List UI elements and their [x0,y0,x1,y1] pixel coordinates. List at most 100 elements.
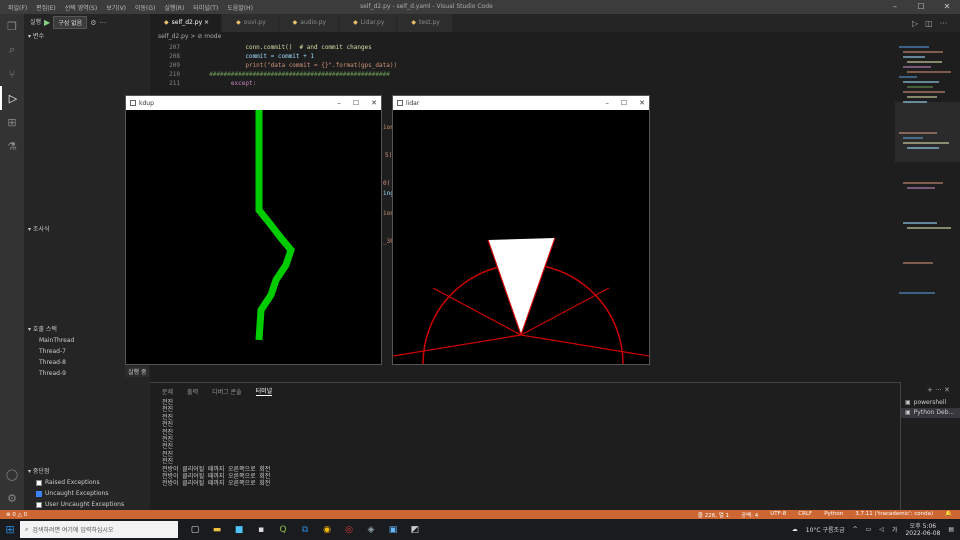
run-config-row: 실행 ▶ 구성 없음 ⚙ ··· [24,14,150,31]
menu-selection[interactable]: 선택 영역(S) [65,3,97,12]
add-terminal-icon[interactable]: + [927,386,933,394]
status-cursor[interactable]: 줄 226, 열 1 [698,511,729,519]
qgis-icon[interactable]: Q [276,523,290,537]
tab-output[interactable]: 출력 [187,387,198,396]
checkbox[interactable] [36,479,42,486]
tab-test[interactable]: ◆ test.py [397,14,453,32]
run-config-select[interactable]: 구성 없음 [53,16,88,29]
chrome-icon[interactable]: ◉ [320,523,334,537]
close-icon[interactable]: × [204,19,209,26]
app-icon[interactable]: ◩ [408,523,422,537]
checkbox[interactable] [36,501,42,508]
run-debug-icon[interactable]: ▷ [0,86,24,110]
status-indent[interactable]: 공백: 4 [741,511,758,519]
more-icon[interactable]: ··· [99,19,106,27]
tab-ouvi[interactable]: ◆ ouvi.py [222,14,279,32]
tab-lidar[interactable]: ◆ Lidar.py [339,14,398,32]
problems-status[interactable]: ⊗ 0 △ 0 [0,512,27,518]
tray-chevron-icon[interactable]: ^ [853,526,858,533]
volume-icon[interactable]: ◁ [879,526,884,533]
ime-icon[interactable]: 가 [892,525,898,534]
start-debug-icon[interactable]: ▶ [44,18,50,27]
variables-section[interactable]: ▾ 변수 [24,31,150,42]
menu-help[interactable]: 도움말(H) [227,3,253,12]
minimize-icon[interactable]: – [337,96,341,110]
file-explorer-icon[interactable]: ▬ [210,523,224,537]
menu-view[interactable]: 보기(V) [106,3,126,12]
notification-icon[interactable]: ▤ [948,526,954,533]
clock[interactable]: 오후 5:06 2022-06-08 [905,523,940,537]
terminal-item[interactable]: ▣ powershell [901,398,960,408]
breakpoints-header[interactable]: ▾ 중단점 [24,466,150,477]
tab-self-d2[interactable]: ◆ self_d2.py × [150,14,223,32]
menu-file[interactable]: 파일(F) [8,3,27,12]
status-language[interactable]: Python [824,511,843,519]
taskbar-search[interactable]: ⌕ 검색하려면 여기에 입력하십시오 [20,521,178,538]
maximize-icon[interactable]: ☐ [353,96,359,110]
menu-go[interactable]: 이동(G) [135,3,155,12]
variables-label: 변수 [32,33,44,40]
minimize-icon[interactable]: – [882,0,908,14]
app-icon[interactable]: ■ [232,523,246,537]
python-file-icon: ◆ [164,19,169,26]
search-icon[interactable]: ⌕ [0,38,24,62]
terminal-app-icon[interactable]: ▪ [254,523,268,537]
checkbox-checked[interactable] [36,490,42,497]
breakpoint-uncaught[interactable]: Uncaught Exceptions [24,488,150,499]
status-encoding[interactable]: UTF-8 [770,511,786,519]
menu-terminal[interactable]: 터미널(T) [193,3,218,12]
terminal-output[interactable]: 전진 전진 전진 전진 전진 전진 전진 전진 전진 전방이 클리어될 때까지 … [150,399,900,488]
tab-label: audio.py [300,19,327,26]
run-icon[interactable]: ▷ [912,19,918,28]
explorer-icon[interactable]: ❐ [0,14,24,38]
activity-bar: ❐ ⌕ ⑂ ▷ ⊞ ⚗ ◯ ⚙ [0,14,24,510]
close-icon[interactable]: ✕ [944,386,950,394]
windows-start-icon[interactable]: ⊞ [0,523,20,536]
terminal-item[interactable]: ▣ Python Deb... [901,408,960,418]
close-icon[interactable]: ✕ [639,96,645,110]
close-icon[interactable]: ✕ [934,0,960,14]
extensions-icon[interactable]: ⊞ [0,110,24,134]
app-icon[interactable]: ◎ [342,523,356,537]
minimize-icon[interactable]: – [605,96,609,110]
maximize-icon[interactable]: ☐ [908,0,934,14]
callstack-label: 호출 스택 [32,326,57,333]
tab-terminal[interactable]: 터미널 [255,386,273,396]
terminal-line: 전방이 클리어될 때까지 오른쪽으로 회전 [162,473,271,481]
split-editor-icon[interactable]: ◫ [925,19,933,28]
breakpoint-label: Uncaught Exceptions [45,490,109,497]
more-icon[interactable]: ··· [935,386,942,394]
task-view-icon[interactable]: ▢ [188,523,202,537]
breakpoint-raised[interactable]: Raised Exceptions [24,477,150,488]
terminal-list: + ··· ✕ ▣ powershell ▣ Python Deb... [900,382,960,510]
app-icon[interactable]: ◈ [364,523,378,537]
weather-icon[interactable]: ☁ [792,526,798,533]
account-icon[interactable]: ◯ [0,462,24,486]
app-icon[interactable]: ▣ [386,523,400,537]
network-icon[interactable]: ▭ [866,526,872,533]
vscode-icon[interactable]: ⧉ [298,523,312,537]
breakpoint-user-uncaught[interactable]: User Uncaught Exceptions [24,499,150,510]
testing-icon[interactable]: ⚗ [0,134,24,158]
bell-icon[interactable]: 🔔 [945,511,952,519]
gear-icon[interactable]: ⚙ [90,19,96,27]
source-control-icon[interactable]: ⑂ [0,62,24,86]
system-tray: ☁ 10°C 구름조금 ^ ▭ ◁ 가 오후 5:06 2022-06-08 ▤ [792,519,954,540]
tab-problems[interactable]: 문제 [162,387,173,396]
lidar-canvas [392,237,650,365]
status-interpreter[interactable]: 3.7.11 ('tracademic': conda) [855,511,933,519]
maximize-icon[interactable]: ☐ [621,96,627,110]
gear-icon[interactable]: ⚙ [0,486,24,510]
tab-audio[interactable]: ◆ audio.py [278,14,340,32]
more-icon[interactable]: ··· [940,19,948,28]
menu-edit[interactable]: 편집(E) [36,3,56,12]
minimap[interactable] [895,42,960,382]
weather-text[interactable]: 10°C 구름조금 [806,525,845,534]
breadcrumb[interactable]: self_d2.py > ⊘ mode [150,32,900,42]
lidar-ray [392,334,522,357]
menu-run[interactable]: 실행(R) [164,3,184,12]
tab-debug-console[interactable]: 디버그 콘솔 [212,387,242,396]
close-icon[interactable]: ✕ [371,96,377,110]
breakpoints-section: ▾ 중단점 Raised Exceptions Uncaught Excepti… [24,466,150,510]
status-eol[interactable]: CRLF [798,511,812,519]
